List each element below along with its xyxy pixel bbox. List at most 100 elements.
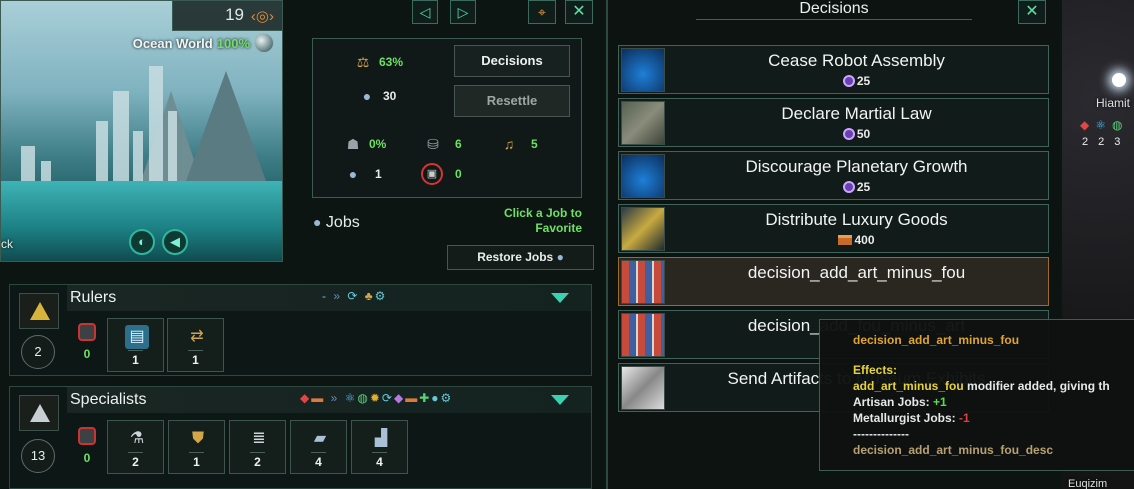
job-count: 1: [192, 353, 199, 367]
close-icon: ✕: [1025, 3, 1039, 20]
tooltip-modifier-line: add_art_minus_fou modifier added, giving…: [853, 378, 1134, 394]
star-icon[interactable]: [1112, 73, 1126, 87]
tooltip-separator: --------------: [853, 427, 909, 441]
influence-icon: [842, 75, 855, 87]
alloy-icon: ▰: [313, 430, 327, 447]
jobs-title-text: Jobs: [325, 214, 360, 231]
tooltip-desc: decision_add_art_minus_fou_desc: [853, 443, 1054, 457]
decision-item[interactable]: Discourage Planetary Growth 25: [618, 151, 1049, 200]
no-jobs-icon: ▣: [421, 163, 443, 185]
system-name[interactable]: Hiamit: [1096, 96, 1130, 110]
decision-tooltip: decision_add_art_minus_fou Effects: add_…: [819, 319, 1134, 471]
cargo-crates-icon: [621, 313, 665, 357]
tooltip-metallurgist-line: Metallurgist Jobs: -1: [853, 410, 1134, 426]
happiness-icon: ♫: [503, 136, 515, 152]
badge-icon: ⛊: [191, 430, 204, 447]
job-count: 4: [315, 455, 322, 469]
close-planet-button[interactable]: ✕: [565, 0, 593, 24]
planet-action-button[interactable]: ◐: [129, 229, 155, 255]
decision-cost: 50: [665, 127, 1048, 141]
unemployed-slot[interactable]: 0: [72, 323, 102, 361]
planet-size: 19: [225, 5, 244, 24]
job-count: 1: [193, 455, 200, 469]
collapse-toggle[interactable]: [551, 395, 569, 405]
factory-icon: ▟: [374, 430, 388, 447]
job-count: 4: [376, 455, 383, 469]
unemployed-value: 0: [455, 167, 462, 181]
job-count: 2: [254, 455, 261, 469]
prev-planet-button[interactable]: ◁: [412, 0, 438, 24]
jobs-hint: Click a Job to Favorite: [503, 206, 582, 235]
job-slot[interactable]: ⛊ 1: [168, 420, 225, 474]
system-resource-icons: ◆ ⚛ ◍: [1080, 118, 1122, 132]
job-slot[interactable]: ▤ 1: [107, 318, 164, 372]
influence-icon: [842, 181, 855, 193]
clipboard-icon: ▤: [125, 325, 149, 349]
resettle-button[interactable]: Resettle: [454, 85, 570, 117]
crime-stat: ☗ 0%: [343, 135, 387, 153]
planet-size-box: 19 ‹◎›: [172, 1, 282, 31]
cost-value: 50: [856, 127, 871, 141]
chevron-left-icon: ◁: [419, 4, 431, 20]
martial-law-icon: [621, 101, 665, 145]
metallurgist-value: -1: [959, 411, 970, 425]
tooltip-title: decision_add_art_minus_fou: [853, 333, 1020, 347]
decisions-button[interactable]: Decisions: [454, 45, 570, 77]
decision-title: Distribute Luxury Goods: [765, 210, 948, 229]
resource-value: 2: [1082, 136, 1089, 148]
restore-jobs-button[interactable]: Restore Jobs ●: [447, 245, 594, 270]
focus-planet-button[interactable]: ⌖: [528, 0, 556, 24]
trade-icon: ⇄: [190, 328, 204, 345]
resource-value: 3: [1114, 136, 1121, 148]
close-icon: ✕: [572, 3, 586, 20]
artisan-value: +1: [933, 395, 947, 409]
job-slot[interactable]: ▟ 4: [351, 420, 408, 474]
job-slot[interactable]: ≣ 2: [229, 420, 286, 474]
decision-title: Declare Martial Law: [781, 104, 932, 123]
title-divider: [696, 19, 972, 20]
unemployed-icon: [78, 323, 96, 341]
decision-item[interactable]: Distribute Luxury Goods 400: [618, 204, 1049, 253]
planet-view: 19 ‹◎› Ocean World 100% ck ◐ ◀: [0, 0, 283, 262]
close-decisions-button[interactable]: ✕: [1018, 0, 1046, 24]
job-slot[interactable]: ⇄ 1: [167, 318, 224, 372]
job-count: 2: [132, 455, 139, 469]
planet-action-button-2[interactable]: ◀: [162, 229, 188, 255]
stratum-resource-icons: ◆▬ » ⚛◍✹⟳◆▬✚●⚙: [300, 391, 454, 405]
job-slot[interactable]: ▰ 4: [290, 420, 347, 474]
mountain: [186, 71, 266, 181]
cargo-crates-icon: [621, 260, 665, 304]
decision-item[interactable]: decision_add_art_minus_fou: [618, 257, 1049, 306]
decision-cost: 400: [665, 233, 1048, 247]
collapse-toggle[interactable]: [551, 293, 569, 303]
decision-cost: 25: [665, 74, 1048, 88]
job-slot[interactable]: ⚗ 2: [107, 420, 164, 474]
decision-title: Cease Robot Assembly: [768, 51, 945, 70]
luxury-goods-icon: [621, 207, 665, 251]
housing-pop-icon: ●: [348, 166, 358, 182]
metallurgist-label: Metallurgist Jobs:: [853, 411, 956, 425]
decision-cost: 25: [665, 180, 1048, 194]
crime-icon: ☗: [346, 136, 360, 152]
tooltip-effects-label: Effects:: [853, 363, 898, 377]
gem-icon: ◆: [1080, 118, 1090, 132]
unemployed-count: 0: [83, 451, 91, 465]
stratum-pop-count: 2: [21, 335, 55, 369]
free-housing-stat: ● 1: [343, 165, 382, 183]
planet-label-left: ck: [1, 237, 13, 251]
decision-item[interactable]: Cease Robot Assembly 25: [618, 45, 1049, 94]
habitability: 100%: [216, 35, 250, 51]
jobs-title: ● Jobs: [313, 214, 360, 232]
decision-item[interactable]: Declare Martial Law 50: [618, 98, 1049, 147]
cost-value: 25: [856, 74, 871, 88]
free-housing-value: 1: [375, 167, 382, 181]
job-count: 1: [132, 353, 139, 367]
next-planet-button[interactable]: ▷: [450, 0, 476, 24]
crosshair-icon: ⌖: [538, 4, 546, 20]
stratum-pop-count: 13: [21, 439, 55, 473]
happiness-value: 5: [531, 137, 538, 151]
unemployed-slot[interactable]: 0: [72, 427, 102, 465]
stratum-specialists: Specialists ◆▬ » ⚛◍✹⟳◆▬✚●⚙ 13 0 ⚗ 2 ⛊ 1 …: [9, 386, 592, 489]
separator: -: [322, 289, 328, 303]
artisan-label: Artisan Jobs:: [853, 395, 930, 409]
